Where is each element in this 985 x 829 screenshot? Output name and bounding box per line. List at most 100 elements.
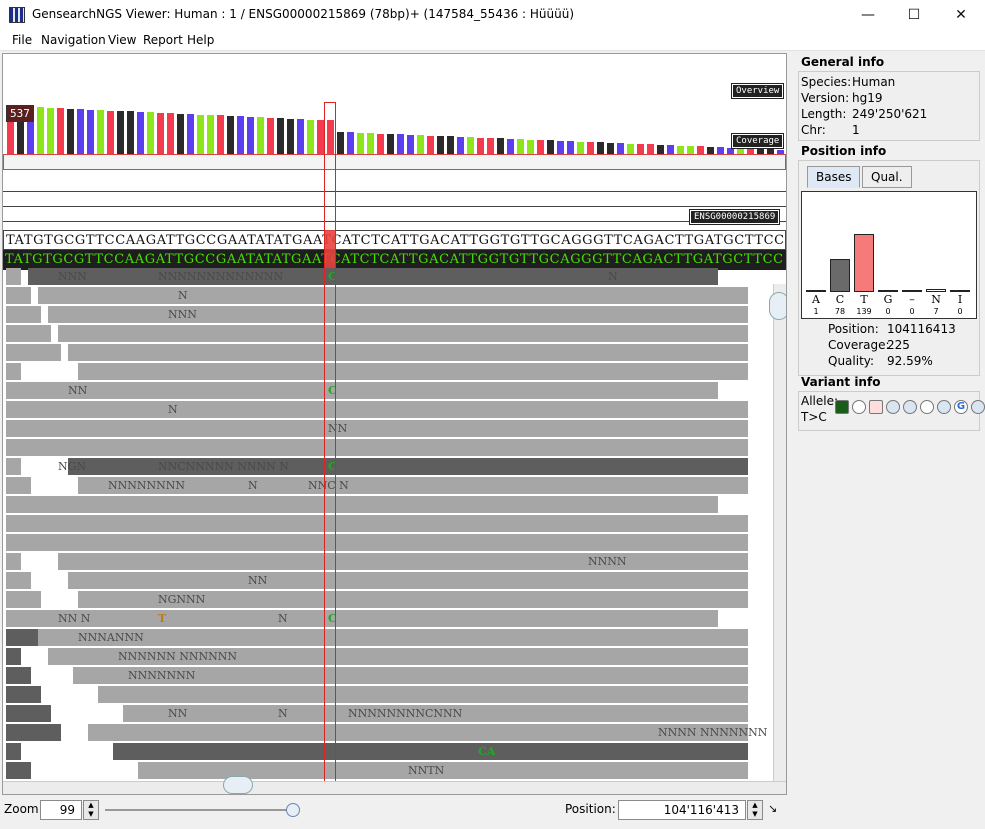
horizontal-scroll-thumb[interactable] [223,776,253,794]
zoom-slider-knob[interactable] [286,803,300,817]
base-count: 0 [957,307,963,316]
alignment-viewer[interactable]: 537 Overview Coverage ENSG00000215869 TA… [2,53,787,795]
table-row[interactable] [28,496,718,513]
read-segment[interactable] [6,762,31,779]
table-row[interactable] [48,420,748,437]
horizontal-scrollbar[interactable] [3,776,786,794]
table-row[interactable] [78,363,748,380]
read-segment[interactable] [6,724,61,741]
coverage-tag[interactable]: Coverage [730,133,785,149]
overview-tag[interactable]: Overview [730,83,785,99]
window-title: GensearchNGS Viewer: Human : 1 / ENSG000… [32,7,575,21]
read-segment[interactable] [6,287,31,304]
coverage-bar [517,139,524,154]
table-row[interactable] [58,553,748,570]
table-row[interactable] [38,629,748,646]
table-row[interactable] [68,572,748,589]
go-arrow-icon[interactable]: ↘ [768,802,777,815]
coverage-track[interactable] [3,54,786,154]
table-row[interactable] [28,382,718,399]
read-segment[interactable] [6,306,41,323]
read-segment[interactable] [6,268,21,285]
pos-value: 104116413 [887,322,956,336]
coverage-bar [417,135,424,154]
position-spinner[interactable]: ▲ ▼ [747,800,763,820]
read-segment[interactable] [6,591,41,608]
vertical-scroll-thumb[interactable] [769,292,786,320]
tab-qual[interactable]: Qual. [862,166,912,188]
read-base-label: NN [168,707,188,720]
table-row[interactable] [48,534,748,551]
link-icon[interactable] [920,400,934,414]
read-base-label: NNNNNNNN [108,479,185,492]
reads-track[interactable]: NNN NNNNNNNNNNNNN C N N NNN NN C N NN NGN NNCNNNNN … [3,268,773,782]
base-label: G [883,293,893,306]
table-row[interactable] [38,515,748,532]
coverage-bar [87,109,94,154]
tab-bases[interactable]: Bases [807,166,861,188]
globe-icon[interactable] [937,400,951,414]
read-segment[interactable] [6,439,61,456]
read-segment[interactable] [6,572,31,589]
globe-icon[interactable] [886,400,900,414]
species-label: Species: [801,75,852,89]
read-segment[interactable] [6,743,21,760]
read-segment[interactable] [6,553,21,570]
coverage-bar [107,110,114,154]
table-row[interactable] [48,306,748,323]
zoom-input[interactable]: 99 [40,800,82,820]
base-label: C [835,293,845,306]
close-button[interactable]: ✕ [938,0,984,30]
menu-report[interactable]: Report [143,33,183,47]
read-base-label: NN [68,384,88,397]
report-icon[interactable] [869,400,883,414]
read-segment[interactable] [6,458,21,475]
position-input[interactable]: 104'116'413 [618,800,746,820]
table-row[interactable] [88,724,748,741]
coverage-bar [407,134,414,154]
table-row[interactable] [38,287,748,304]
read-segment[interactable] [6,667,31,684]
globe-icon[interactable] [971,400,985,414]
read-segment[interactable] [6,344,61,361]
bottom-bar: Zoom: 99 ▲ ▼ Position: 104'116'413 ▲ ▼ ↘ [0,798,790,824]
menu-navigation[interactable]: Navigation [41,33,106,47]
read-segment[interactable] [6,325,51,342]
zoom-slider-track[interactable] [105,809,295,811]
read-segment[interactable] [6,705,51,722]
coverage-bar [557,140,564,154]
menu-help[interactable]: Help [187,33,214,47]
coverage-bar [67,108,74,154]
google-icon[interactable]: G [954,400,968,414]
read-segment[interactable] [6,648,21,665]
menu-file[interactable]: File [12,33,32,47]
coverage-bar [287,118,294,154]
read-segment[interactable] [6,401,41,418]
read-base-label: NNNANNN [78,631,144,644]
gene-tag[interactable]: ENSG00000215869 [688,209,781,225]
read-segment[interactable] [6,363,21,380]
table-row[interactable] [38,401,748,418]
overview-strip[interactable] [3,154,786,170]
base-count: 0 [885,307,891,316]
blocked-icon[interactable] [852,400,866,414]
read-segment[interactable] [6,477,31,494]
menu-view[interactable]: View [108,33,136,47]
pos-label: Position: [828,322,879,336]
zoom-spinner[interactable]: ▲ ▼ [83,800,99,820]
variant-db-icon[interactable] [835,400,849,414]
annotation-line [3,191,786,192]
maximize-button[interactable]: ☐ [891,0,937,30]
table-row[interactable] [68,344,748,361]
table-row[interactable] [58,439,748,456]
table-row[interactable] [28,610,718,627]
table-row[interactable] [113,743,748,760]
vertical-scrollbar[interactable] [769,284,786,782]
table-row[interactable] [58,325,748,342]
read-segment[interactable] [6,686,41,703]
table-row[interactable] [98,686,748,703]
globe-icon[interactable] [903,400,917,414]
base-distribution-chart: A 1 C 78 T 139 G 0–0 N 7 I 0 [801,191,977,319]
minimize-button[interactable]: — [845,0,891,30]
read-segment[interactable] [6,420,51,437]
